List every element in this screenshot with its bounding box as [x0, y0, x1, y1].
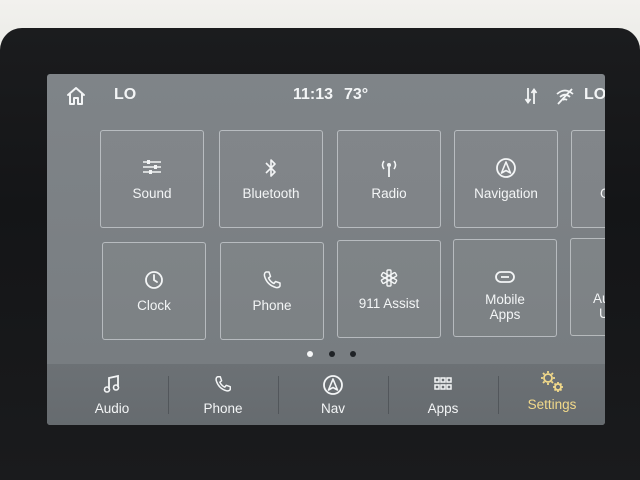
tile-partial-top[interactable]: G — [571, 130, 605, 228]
tile-phone[interactable]: Phone — [220, 242, 324, 340]
tile-sound[interactable]: Sound — [100, 130, 204, 228]
fan-speed-left[interactable]: LO — [114, 86, 136, 104]
page-dot-active[interactable] — [307, 351, 313, 357]
asterisk-icon — [338, 267, 440, 289]
grid-icon — [389, 374, 497, 396]
tile-label: G — [572, 186, 605, 201]
tile-911-assist[interactable]: 911 Assist — [337, 240, 441, 338]
nav-nav[interactable]: Nav — [279, 364, 387, 425]
tile-label: Radio — [371, 186, 407, 201]
nav-label: Audio — [94, 401, 130, 416]
tile-mobile-apps[interactable]: Mobile Apps — [453, 239, 557, 337]
nav-label: Phone — [203, 401, 243, 416]
bluetooth-icon — [220, 157, 322, 179]
page-dot[interactable] — [350, 351, 356, 357]
clock-time: 11:13 — [293, 86, 334, 103]
sort-icon — [524, 86, 538, 106]
tile-label: 911 Assist — [358, 296, 420, 311]
tile-label-line1: Au — [593, 291, 605, 306]
status-bar: LO 11:13 73° LO — [47, 74, 605, 118]
wifi-off-icon — [555, 86, 575, 106]
tile-label: Bluetooth — [242, 186, 300, 201]
tile-clock[interactable]: Clock — [102, 242, 206, 340]
nav-settings[interactable]: Settings — [499, 364, 605, 425]
fan-speed-right[interactable]: LO — [584, 86, 605, 104]
nav-label: Settings — [527, 397, 577, 412]
page-dot[interactable] — [329, 351, 335, 357]
outside-temperature: 73° — [344, 86, 369, 103]
home-icon[interactable] — [65, 86, 87, 106]
phone-icon — [169, 374, 277, 396]
tile-bluetooth[interactable]: Bluetooth — [219, 130, 323, 228]
antenna-icon — [338, 157, 440, 179]
tile-label-line2: U — [599, 306, 605, 321]
tile-label: Phone — [252, 298, 292, 313]
sliders-icon — [101, 157, 203, 179]
tile-partial-bottom[interactable]: Au U — [570, 238, 605, 336]
tile-label-line2: Apps — [489, 307, 521, 322]
phone-icon — [221, 269, 323, 291]
bottom-nav: Audio Phone Nav Apps Settings — [47, 364, 605, 425]
nav-label: Apps — [427, 401, 459, 416]
infotainment-screen: LO 11:13 73° LO Sound Bluetooth Radio Na… — [47, 74, 605, 425]
tile-radio[interactable]: Radio — [337, 130, 441, 228]
music-icon — [57, 374, 167, 396]
tile-label: Au U — [571, 291, 605, 321]
tile-label: Mobile Apps — [454, 292, 556, 322]
nav-phone[interactable]: Phone — [169, 364, 277, 425]
clock-icon — [103, 269, 205, 291]
navigation-icon — [279, 374, 387, 396]
nav-apps[interactable]: Apps — [389, 364, 497, 425]
nav-audio[interactable]: Audio — [57, 364, 167, 425]
tile-label: Clock — [137, 298, 171, 313]
tile-label: Navigation — [474, 186, 538, 201]
tile-navigation[interactable]: Navigation — [454, 130, 558, 228]
tile-label-line1: Mobile — [485, 292, 525, 307]
mobile-apps-icon — [454, 266, 556, 288]
tile-label: Sound — [132, 186, 172, 201]
navigation-icon — [455, 157, 557, 179]
gears-icon — [499, 369, 605, 395]
nav-label: Nav — [320, 401, 345, 416]
